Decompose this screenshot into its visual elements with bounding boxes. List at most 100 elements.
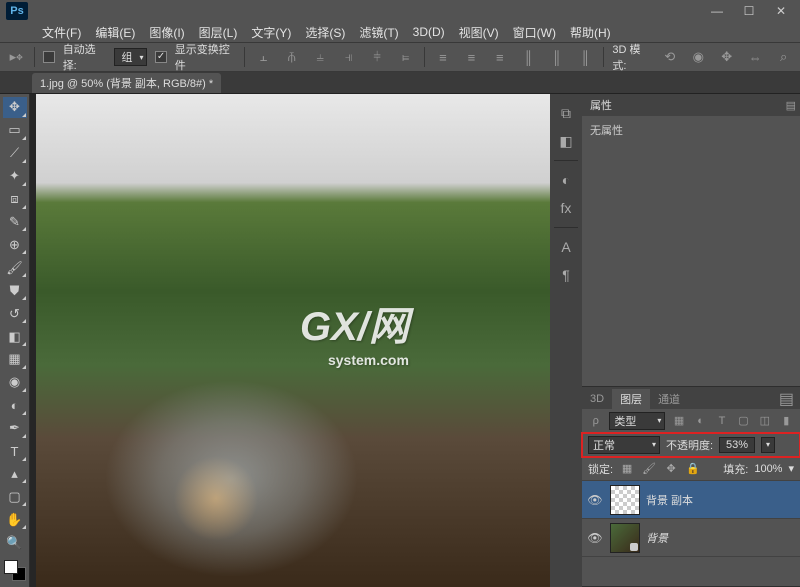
align-hcenter-icon[interactable]: ⫩ bbox=[367, 46, 387, 68]
layer-name[interactable]: 背景 副本 bbox=[646, 492, 693, 508]
color-panel-icon[interactable]: ◧ bbox=[555, 130, 577, 152]
tab-layers[interactable]: 图层 bbox=[612, 389, 650, 409]
layer-row[interactable]: 👁 背景 bbox=[582, 519, 800, 557]
filter-smart-icon[interactable]: ◫ bbox=[757, 412, 772, 430]
paragraph-panel-icon[interactable]: ¶ bbox=[555, 264, 577, 286]
fill-slider-icon[interactable]: ▾ bbox=[788, 462, 794, 475]
pen-tool[interactable]: ✒ bbox=[3, 418, 27, 439]
history-panel-icon[interactable]: ⧉ bbox=[555, 102, 577, 124]
menu-3d[interactable]: 3D(D) bbox=[407, 25, 451, 39]
dodge-tool[interactable]: ◐ bbox=[3, 395, 27, 416]
align-top-icon[interactable]: ⫠ bbox=[253, 46, 273, 68]
visibility-icon[interactable]: 👁 bbox=[586, 493, 604, 507]
document-tab-bar: 1.jpg @ 50% (背景 副本, RGB/8#) * bbox=[0, 72, 800, 94]
auto-select-checkbox[interactable] bbox=[43, 51, 54, 63]
document-image[interactable] bbox=[36, 94, 550, 587]
filter-adjust-icon[interactable]: ◐ bbox=[693, 412, 708, 430]
layers-menu-icon[interactable]: ▤ bbox=[773, 389, 800, 409]
menu-select[interactable]: 选择(S) bbox=[299, 24, 351, 41]
align-right-icon[interactable]: ⫢ bbox=[395, 46, 415, 68]
distribute-left-icon[interactable]: ║ bbox=[518, 46, 538, 68]
align-left-icon[interactable]: ⫣ bbox=[338, 46, 358, 68]
blur-tool[interactable]: ◉ bbox=[3, 372, 27, 393]
styles-panel-icon[interactable]: fx bbox=[555, 197, 577, 219]
properties-menu-icon[interactable]: ▤ bbox=[786, 99, 796, 112]
properties-title: 属性 bbox=[590, 97, 612, 113]
filter-toggle[interactable]: ▮ bbox=[779, 412, 794, 430]
3d-zoom-icon[interactable]: ⌕ bbox=[773, 46, 793, 68]
menu-file[interactable]: 文件(F) bbox=[36, 24, 87, 41]
gradient-tool[interactable]: ▦ bbox=[3, 349, 27, 370]
adjustments-panel-icon[interactable]: ◐ bbox=[555, 169, 577, 191]
eraser-tool[interactable]: ◧ bbox=[3, 326, 27, 347]
foreground-color[interactable] bbox=[4, 560, 18, 574]
distribute-bottom-icon[interactable]: ≡ bbox=[490, 46, 510, 68]
lock-pixels-icon[interactable]: 🖌 bbox=[641, 461, 657, 477]
hand-tool[interactable]: ✋ bbox=[3, 509, 27, 530]
align-vcenter-icon[interactable]: ⫚ bbox=[282, 46, 302, 68]
filter-kind-dropdown[interactable]: 类型 bbox=[609, 412, 665, 430]
stamp-tool[interactable]: ⛊ bbox=[3, 280, 27, 301]
distribute-right-icon[interactable]: ║ bbox=[575, 46, 595, 68]
marquee-tool[interactable]: ▭ bbox=[3, 120, 27, 141]
quick-select-tool[interactable]: ✦ bbox=[3, 166, 27, 187]
opacity-slider-icon[interactable]: ▾ bbox=[761, 437, 775, 453]
show-transform-checkbox[interactable] bbox=[155, 51, 166, 63]
minimize-button[interactable]: — bbox=[702, 2, 732, 20]
brush-tool[interactable]: 🖌 bbox=[3, 257, 27, 278]
lock-transparent-icon[interactable]: ▦ bbox=[619, 461, 635, 477]
history-brush-tool[interactable]: ↺ bbox=[3, 303, 27, 324]
layer-name[interactable]: 背景 bbox=[646, 530, 668, 546]
shape-tool[interactable]: ▢ bbox=[3, 486, 27, 507]
lock-all-icon[interactable]: 🔒 bbox=[685, 461, 701, 477]
layer-row[interactable]: 👁 背景 副本 bbox=[582, 481, 800, 519]
menu-help[interactable]: 帮助(H) bbox=[564, 24, 617, 41]
document-tab[interactable]: 1.jpg @ 50% (背景 副本, RGB/8#) * bbox=[32, 73, 221, 93]
opacity-value[interactable]: 53% bbox=[719, 437, 755, 453]
zoom-tool[interactable]: 🔍 bbox=[3, 532, 27, 553]
filter-search-icon[interactable]: ρ bbox=[588, 412, 603, 430]
layer-thumbnail[interactable] bbox=[610, 485, 640, 515]
toolbox: ✥ ▭ ⟋ ✦ ⧈ ✎ ⊕ 🖌 ⛊ ↺ ◧ ▦ ◉ ◐ ✒ T ▴ ▢ ✋ 🔍 bbox=[0, 94, 30, 587]
3d-slide-icon[interactable]: ⇔ bbox=[745, 46, 765, 68]
close-button[interactable]: ✕ bbox=[766, 2, 796, 20]
align-bottom-icon[interactable]: ⫨ bbox=[310, 46, 330, 68]
lasso-tool[interactable]: ⟋ bbox=[3, 143, 27, 164]
color-swatches[interactable] bbox=[4, 560, 26, 581]
filter-shape-icon[interactable]: ▢ bbox=[736, 412, 751, 430]
menu-layer[interactable]: 图层(L) bbox=[193, 24, 244, 41]
menu-type[interactable]: 文字(Y) bbox=[245, 24, 297, 41]
move-tool-indicator[interactable]: ▸✥ bbox=[6, 46, 26, 68]
canvas-area[interactable]: GX/网 system.com bbox=[30, 94, 550, 587]
lock-position-icon[interactable]: ✥ bbox=[663, 461, 679, 477]
path-select-tool[interactable]: ▴ bbox=[3, 464, 27, 485]
tab-channels[interactable]: 通道 bbox=[650, 389, 688, 409]
filter-type-icon[interactable]: T bbox=[714, 412, 729, 430]
menu-window[interactable]: 窗口(W) bbox=[507, 24, 562, 41]
eyedropper-tool[interactable]: ✎ bbox=[3, 212, 27, 233]
filter-pixel-icon[interactable]: ▦ bbox=[671, 412, 686, 430]
tab-3d[interactable]: 3D bbox=[582, 389, 612, 409]
fill-value[interactable]: 100% bbox=[754, 463, 782, 475]
3d-orbit-icon[interactable]: ⟲ bbox=[660, 46, 680, 68]
character-panel-icon[interactable]: A bbox=[555, 236, 577, 258]
type-tool[interactable]: T bbox=[3, 441, 27, 462]
3d-roll-icon[interactable]: ◉ bbox=[688, 46, 708, 68]
3d-pan-icon[interactable]: ✥ bbox=[717, 46, 737, 68]
visibility-icon[interactable]: 👁 bbox=[586, 531, 604, 545]
distribute-hcenter-icon[interactable]: ║ bbox=[547, 46, 567, 68]
blend-mode-dropdown[interactable]: 正常 bbox=[588, 436, 660, 454]
menu-image[interactable]: 图像(I) bbox=[143, 24, 190, 41]
distribute-top-icon[interactable]: ≡ bbox=[433, 46, 453, 68]
lock-label: 锁定: bbox=[588, 461, 613, 477]
maximize-button[interactable]: ☐ bbox=[734, 2, 764, 20]
distribute-vcenter-icon[interactable]: ≡ bbox=[461, 46, 481, 68]
crop-tool[interactable]: ⧈ bbox=[3, 189, 27, 210]
auto-select-dropdown[interactable]: 组 bbox=[114, 48, 147, 66]
menu-edit[interactable]: 编辑(E) bbox=[89, 24, 141, 41]
menu-view[interactable]: 视图(V) bbox=[453, 24, 505, 41]
layer-thumbnail[interactable] bbox=[610, 523, 640, 553]
healing-tool[interactable]: ⊕ bbox=[3, 234, 27, 255]
move-tool[interactable]: ✥ bbox=[3, 97, 27, 118]
menu-filter[interactable]: 滤镜(T) bbox=[353, 24, 404, 41]
